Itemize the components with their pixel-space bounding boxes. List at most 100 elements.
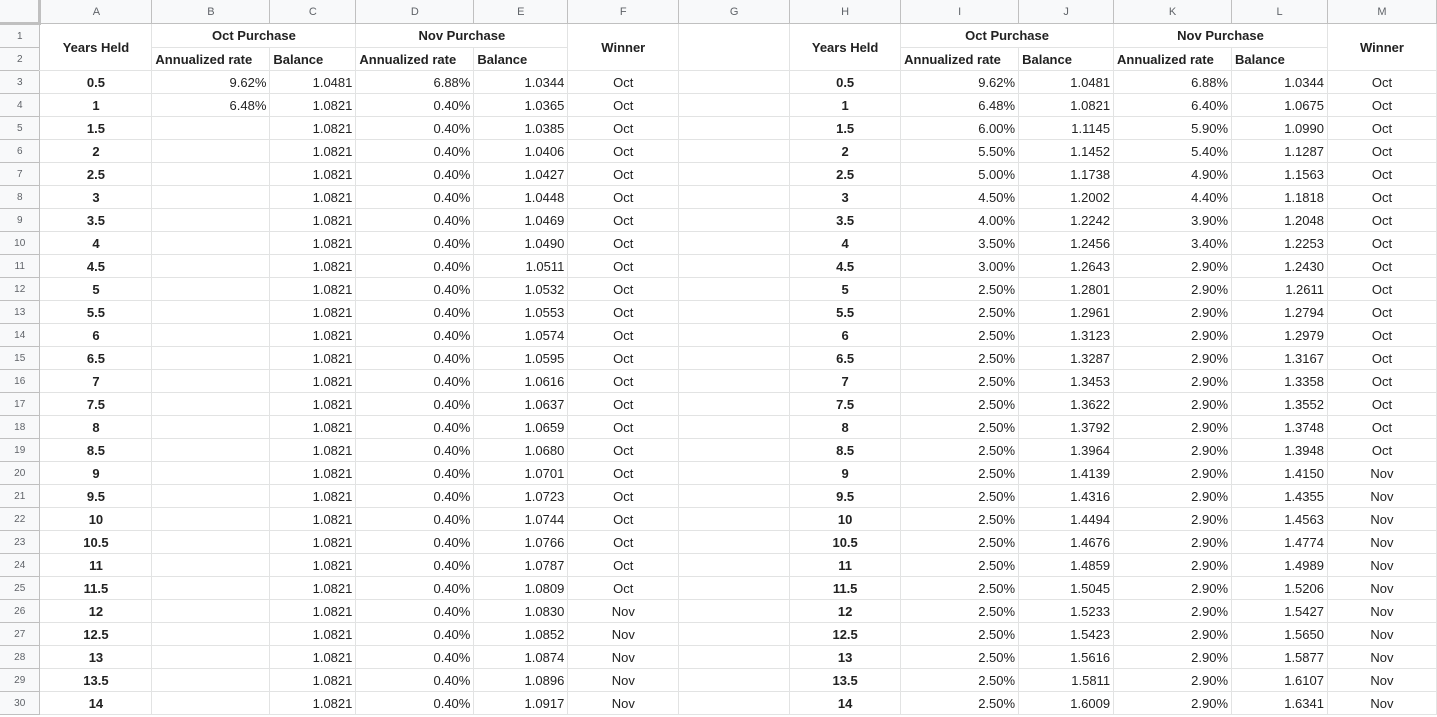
- nov-rate-cell-right[interactable]: 4.40%: [1113, 185, 1233, 209]
- empty-cell[interactable]: [678, 369, 791, 393]
- oct-balance-cell[interactable]: 1.0821: [269, 461, 357, 485]
- years-held-cell-right[interactable]: 8: [789, 415, 902, 439]
- oct-balance-cell-right[interactable]: 1.5423: [1018, 622, 1115, 646]
- nov-balance-cell[interactable]: 1.0744: [473, 507, 569, 531]
- nov-balance-cell[interactable]: 1.0574: [473, 323, 569, 347]
- nov-balance-cell-right[interactable]: 1.3358: [1231, 369, 1328, 393]
- nov-balance-cell[interactable]: 1.0723: [473, 484, 569, 508]
- nov-balance-cell-right[interactable]: 1.1287: [1231, 139, 1328, 163]
- nov-rate-cell-right[interactable]: 5.40%: [1113, 139, 1233, 163]
- nov-rate-cell[interactable]: 0.40%: [355, 323, 475, 347]
- years-held-cell-right[interactable]: 2: [789, 139, 902, 163]
- row-number[interactable]: 11: [0, 254, 41, 278]
- winner-cell-right[interactable]: Oct: [1327, 323, 1437, 347]
- years-held-cell-right[interactable]: 11: [789, 553, 902, 577]
- years-held-cell[interactable]: 4.5: [39, 254, 153, 278]
- years-held-cell[interactable]: 2.5: [39, 162, 153, 186]
- nov-rate-cell-right[interactable]: 2.90%: [1113, 530, 1233, 554]
- oct-purchase-header-right[interactable]: Oct Purchase: [900, 23, 1115, 48]
- oct-balance-cell[interactable]: 1.0821: [269, 530, 357, 554]
- oct-balance-header-right[interactable]: Balance: [1018, 47, 1115, 71]
- years-held-cell[interactable]: 1: [39, 93, 153, 117]
- oct-rate-cell[interactable]: 9.62%: [151, 70, 271, 94]
- empty-cell[interactable]: [678, 576, 791, 600]
- winner-cell[interactable]: Oct: [567, 231, 680, 255]
- oct-rate-cell-right[interactable]: 2.50%: [900, 392, 1020, 416]
- oct-rate-cell[interactable]: [151, 599, 271, 623]
- empty-cell[interactable]: [678, 415, 791, 439]
- empty-cell[interactable]: [678, 277, 791, 301]
- years-held-cell[interactable]: 2: [39, 139, 153, 163]
- empty-cell[interactable]: [678, 139, 791, 163]
- nov-balance-cell[interactable]: 1.0874: [473, 645, 569, 669]
- nov-rate-cell-right[interactable]: 2.90%: [1113, 300, 1233, 324]
- oct-rate-cell-right[interactable]: 2.50%: [900, 415, 1020, 439]
- nov-purchase-header[interactable]: Nov Purchase: [355, 23, 569, 48]
- years-held-cell[interactable]: 0.5: [39, 70, 153, 94]
- nov-balance-cell-right[interactable]: 1.4989: [1231, 553, 1328, 577]
- winner-cell[interactable]: Nov: [567, 599, 680, 623]
- nov-balance-cell[interactable]: 1.0637: [473, 392, 569, 416]
- oct-balance-cell[interactable]: 1.0821: [269, 277, 357, 301]
- row-number[interactable]: 20: [0, 461, 41, 485]
- empty-cell[interactable]: [678, 208, 791, 232]
- years-held-cell[interactable]: 12.5: [39, 622, 153, 646]
- winner-cell[interactable]: Oct: [567, 392, 680, 416]
- oct-balance-cell-right[interactable]: 1.4316: [1018, 484, 1115, 508]
- spreadsheet-grid[interactable]: ABCDEFGHIJKLM 1 Years Held Oct Purchase …: [0, 0, 1437, 717]
- winner-cell-right[interactable]: Oct: [1327, 369, 1437, 393]
- oct-rate-cell-right[interactable]: 6.48%: [900, 93, 1020, 117]
- oct-rate-cell[interactable]: [151, 277, 271, 301]
- oct-rate-cell-right[interactable]: 2.50%: [900, 668, 1020, 692]
- winner-cell-right[interactable]: Oct: [1327, 116, 1437, 140]
- oct-rate-cell-right[interactable]: 2.50%: [900, 438, 1020, 462]
- oct-balance-cell-right[interactable]: 1.0821: [1018, 93, 1115, 117]
- years-held-cell-right[interactable]: 10.5: [789, 530, 902, 554]
- empty-cell[interactable]: [678, 507, 791, 531]
- oct-rate-cell-right[interactable]: 4.00%: [900, 208, 1020, 232]
- nov-rate-cell[interactable]: 0.40%: [355, 185, 475, 209]
- nov-rate-cell-right[interactable]: 2.90%: [1113, 323, 1233, 347]
- nov-rate-header-right[interactable]: Annualized rate: [1113, 47, 1233, 71]
- years-held-cell-right[interactable]: 11.5: [789, 576, 902, 600]
- oct-balance-cell-right[interactable]: 1.1145: [1018, 116, 1115, 140]
- winner-cell-right[interactable]: Nov: [1327, 461, 1437, 485]
- oct-rate-cell[interactable]: [151, 254, 271, 278]
- nov-rate-cell-right[interactable]: 2.90%: [1113, 507, 1233, 531]
- column-header-l[interactable]: L: [1231, 0, 1328, 24]
- oct-balance-cell[interactable]: 1.0821: [269, 392, 357, 416]
- oct-rate-cell[interactable]: [151, 553, 271, 577]
- winner-cell-right[interactable]: Nov: [1327, 599, 1437, 623]
- years-held-cell[interactable]: 1.5: [39, 116, 153, 140]
- years-held-cell-right[interactable]: 1.5: [789, 116, 902, 140]
- years-held-cell-right[interactable]: 7.5: [789, 392, 902, 416]
- nov-balance-cell-right[interactable]: 1.5650: [1231, 622, 1328, 646]
- nov-balance-cell[interactable]: 1.0448: [473, 185, 569, 209]
- oct-rate-cell-right[interactable]: 5.50%: [900, 139, 1020, 163]
- winner-cell-right[interactable]: Oct: [1327, 185, 1437, 209]
- empty-cell[interactable]: [678, 23, 791, 71]
- winner-cell[interactable]: Oct: [567, 415, 680, 439]
- years-held-cell[interactable]: 7.5: [39, 392, 153, 416]
- oct-rate-cell-right[interactable]: 5.00%: [900, 162, 1020, 186]
- nov-rate-header[interactable]: Annualized rate: [355, 47, 475, 71]
- oct-balance-cell-right[interactable]: 1.3964: [1018, 438, 1115, 462]
- years-held-cell[interactable]: 12: [39, 599, 153, 623]
- winner-cell[interactable]: Oct: [567, 208, 680, 232]
- empty-cell[interactable]: [678, 484, 791, 508]
- oct-rate-cell[interactable]: [151, 691, 271, 715]
- oct-balance-cell[interactable]: 1.0481: [269, 70, 357, 94]
- nov-balance-cell[interactable]: 1.0701: [473, 461, 569, 485]
- years-held-cell[interactable]: 14: [39, 691, 153, 715]
- column-header-e[interactable]: E: [473, 0, 569, 24]
- row-number[interactable]: 2: [0, 47, 41, 71]
- oct-balance-cell-right[interactable]: 1.3792: [1018, 415, 1115, 439]
- years-held-header-right[interactable]: Years Held: [789, 23, 902, 71]
- nov-balance-cell[interactable]: 1.0365: [473, 93, 569, 117]
- years-held-cell-right[interactable]: 9.5: [789, 484, 902, 508]
- years-held-cell-right[interactable]: 13: [789, 645, 902, 669]
- oct-rate-cell-right[interactable]: 2.50%: [900, 599, 1020, 623]
- oct-balance-cell-right[interactable]: 1.4859: [1018, 553, 1115, 577]
- nov-balance-cell-right[interactable]: 1.5206: [1231, 576, 1328, 600]
- nov-balance-cell[interactable]: 1.0490: [473, 231, 569, 255]
